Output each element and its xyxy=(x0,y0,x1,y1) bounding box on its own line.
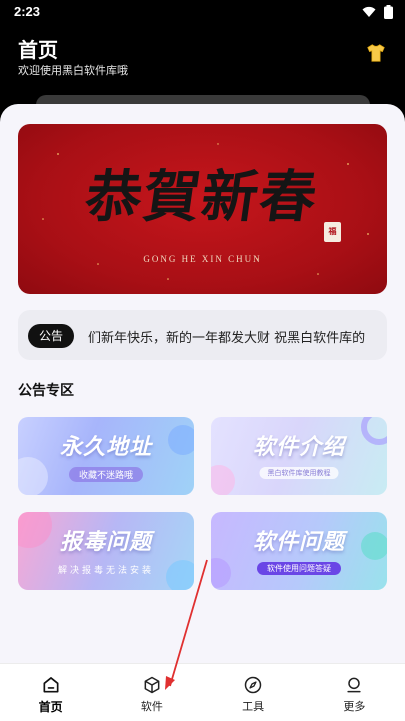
tab-more[interactable]: 更多 xyxy=(304,664,405,721)
tile-software-intro[interactable]: 软件介绍 黑白软件库使用教程 xyxy=(211,417,387,495)
status-time: 2:23 xyxy=(14,4,41,19)
tile-decoration xyxy=(211,465,235,495)
tab-software[interactable]: 软件 xyxy=(101,664,202,721)
banner-title: 恭賀新春 xyxy=(81,164,323,230)
tile-permanent-address[interactable]: 永久地址 收藏不迷路哦 xyxy=(18,417,194,495)
cube-icon xyxy=(144,676,160,694)
tab-tools[interactable]: 工具 xyxy=(203,664,304,721)
page-title: 首页 xyxy=(18,38,58,62)
tab-home[interactable]: 首页 xyxy=(0,664,101,721)
tab-label: 更多 xyxy=(343,700,366,713)
page-subtitle: 欢迎使用黑白软件库哦 xyxy=(18,64,128,77)
page-header: 首页 欢迎使用黑白软件库哦 xyxy=(0,24,405,104)
tile-software-faq[interactable]: 软件问题 软件使用问题答疑 xyxy=(211,512,387,590)
tshirt-icon[interactable] xyxy=(365,42,387,64)
bottom-tab-bar: 首页 软件 工具 更多 xyxy=(0,663,405,721)
tile-decoration xyxy=(166,560,194,590)
tile-title: 报毒问题 xyxy=(59,530,152,555)
tile-title: 永久地址 xyxy=(59,435,152,460)
battery-icon xyxy=(384,5,393,19)
home-icon xyxy=(43,677,59,693)
banner-pinyin: GONG HE XIN CHUN xyxy=(143,254,262,264)
notice-badge: 公告 xyxy=(28,324,75,348)
tile-title: 软件介绍 xyxy=(252,435,345,460)
tile-decoration xyxy=(18,457,48,495)
status-icons xyxy=(362,5,393,19)
tile-subtitle: 软件使用问题答疑 xyxy=(257,562,341,575)
main-content: 恭賀新春 福 GONG HE XIN CHUN 公告 们新年快乐，新的一年都发大… xyxy=(0,104,405,664)
user-icon xyxy=(347,677,361,693)
status-bar: 2:23 xyxy=(0,0,405,24)
tab-label: 工具 xyxy=(242,700,265,713)
banner-seal: 福 xyxy=(324,222,341,242)
tile-decoration xyxy=(211,558,231,588)
new-year-banner[interactable]: 恭賀新春 福 GONG HE XIN CHUN xyxy=(18,124,387,294)
tile-subtitle: 解决报毒无法安装 xyxy=(57,566,155,576)
section-title: 公告专区 xyxy=(18,383,74,399)
tile-subtitle: 黑白软件库使用教程 xyxy=(259,467,339,479)
tab-label: 软件 xyxy=(140,700,163,713)
tile-virus-warning[interactable]: 报毒问题 解决报毒无法安装 xyxy=(18,512,194,590)
notice-bar[interactable]: 公告 们新年快乐，新的一年都发大财 祝黑白软件库的 xyxy=(18,310,387,360)
compass-icon xyxy=(244,676,262,694)
notice-marquee-text: 们新年快乐，新的一年都发大财 祝黑白软件库的 xyxy=(88,331,366,346)
tab-label: 首页 xyxy=(38,700,63,714)
tile-subtitle: 收藏不迷路哦 xyxy=(68,467,144,482)
wifi-icon xyxy=(362,6,376,17)
tile-title: 软件问题 xyxy=(252,530,345,555)
